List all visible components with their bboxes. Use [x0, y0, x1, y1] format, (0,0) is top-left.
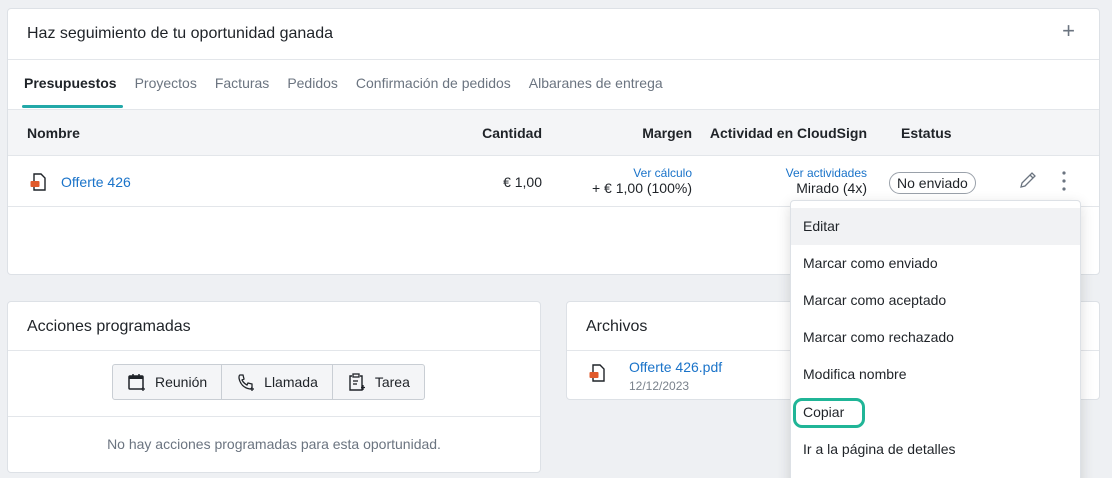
pdf-file-icon	[589, 364, 605, 382]
clipboard-icon	[349, 373, 365, 391]
divider	[8, 59, 1099, 60]
column-header-margin[interactable]: Margen	[642, 125, 692, 141]
margin-cell: Ver cálculo + € 1,00 (100%)	[592, 166, 692, 196]
scheduled-actions-card: Acciones programadas Reunión Llamada Tar…	[7, 301, 541, 473]
card-title: Archivos	[586, 318, 648, 335]
empty-state-text: No hay acciones programadas para esta op…	[107, 436, 441, 452]
call-button[interactable]: Llamada	[222, 365, 333, 399]
menu-item-details-page[interactable]: Ir a la página de detalles	[791, 431, 1080, 468]
tab-facturas[interactable]: Facturas	[215, 75, 269, 91]
column-header-status[interactable]: Estatus	[901, 125, 952, 141]
view-calculation-link[interactable]: Ver cálculo	[592, 166, 692, 181]
divider	[8, 350, 540, 351]
action-button-group: Reunión Llamada Tarea	[112, 364, 425, 400]
document-icon	[30, 173, 46, 191]
calendar-icon	[128, 374, 145, 391]
tab-albaranes[interactable]: Albaranes de entrega	[529, 75, 663, 91]
column-header-name[interactable]: Nombre	[27, 125, 80, 141]
row-actions-menu: Editar Marcar como enviado Marcar como a…	[790, 200, 1081, 478]
meeting-button-label: Reunión	[155, 374, 208, 390]
divider	[8, 416, 540, 417]
file-name-link[interactable]: Offerte 426.pdf	[629, 359, 722, 375]
menu-item-mark-accepted[interactable]: Marcar como aceptado	[791, 282, 1080, 319]
column-header-activity[interactable]: Actividad en CloudSign	[710, 125, 867, 141]
activity-cell: Ver actividades Mirado (4x)	[786, 166, 867, 196]
status-badge: No enviado	[889, 172, 976, 194]
pencil-icon[interactable]	[1018, 170, 1038, 190]
column-header-amount[interactable]: Cantidad	[482, 125, 542, 141]
document-tabs: Presupuestos Proyectos Facturas Pedidos …	[22, 75, 681, 108]
view-activities-link[interactable]: Ver actividades	[786, 166, 867, 181]
quote-name-link[interactable]: Offerte 426	[61, 174, 131, 190]
task-button[interactable]: Tarea	[333, 365, 424, 399]
file-date: 12/12/2023	[629, 379, 690, 393]
call-button-label: Llamada	[264, 374, 318, 390]
tab-proyectos[interactable]: Proyectos	[135, 75, 197, 91]
copy-highlight-outline	[793, 398, 865, 428]
margin-value: + € 1,00 (100%)	[591, 180, 692, 196]
activity-value: Mirado (4x)	[796, 180, 867, 196]
meeting-button[interactable]: Reunión	[113, 365, 223, 399]
task-button-label: Tarea	[374, 374, 410, 390]
tab-presupuestos[interactable]: Presupuestos	[22, 75, 123, 108]
table-header: Nombre Cantidad Margen Actividad en Clou…	[8, 109, 1099, 156]
menu-item-edit[interactable]: Editar	[791, 208, 1080, 245]
more-options-icon[interactable]	[1060, 170, 1068, 192]
phone-icon	[238, 374, 255, 391]
tab-pedidos[interactable]: Pedidos	[287, 75, 338, 91]
menu-item-mark-rejected[interactable]: Marcar como rechazado	[791, 319, 1080, 356]
add-button[interactable]: +	[1062, 20, 1075, 42]
amount-value: € 1,00	[503, 174, 542, 190]
tab-confirmacion-pedidos[interactable]: Confirmación de pedidos	[356, 75, 511, 91]
card-title: Haz seguimiento de tu oportunidad ganada	[27, 25, 333, 42]
menu-item-rename[interactable]: Modifica nombre	[791, 356, 1080, 393]
card-title: Acciones programadas	[27, 318, 191, 335]
menu-item-mark-sent[interactable]: Marcar como enviado	[791, 245, 1080, 282]
